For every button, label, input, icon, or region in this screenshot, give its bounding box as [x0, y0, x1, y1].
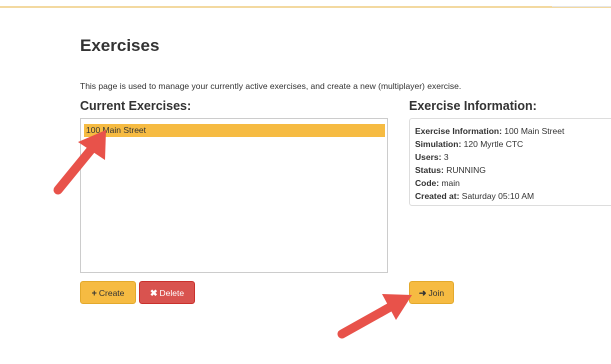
info-row-simulation: Simulation: 120 Myrtle CTC — [415, 138, 611, 151]
info-label: Code: — [415, 178, 440, 188]
info-row-exercise: Exercise Information: 100 Main Street — [415, 125, 611, 138]
delete-button-label: Delete — [159, 288, 185, 298]
info-label: Created at: — [415, 191, 460, 201]
info-row-code: Code: main — [415, 177, 611, 190]
top-divider — [0, 0, 611, 8]
create-button[interactable]: + Create — [80, 281, 136, 304]
page: Exercises This page is used to manage yo… — [0, 0, 611, 364]
info-value: 3 — [443, 152, 449, 162]
page-title: Exercises — [80, 36, 160, 55]
annotation-arrow-exercise — [53, 130, 106, 195]
x-icon: ✖ — [149, 288, 158, 298]
info-value: RUNNING — [446, 165, 486, 175]
exercise-information-panel: Exercise Information: 100 Main Street Si… — [409, 118, 611, 206]
current-exercises-heading: Current Exercises: — [80, 99, 192, 113]
info-value: 120 Myrtle CTC — [463, 139, 524, 149]
top-divider-end — [552, 0, 611, 7]
info-label: Status: — [415, 165, 444, 175]
info-row-status: Status: RUNNING — [415, 164, 611, 177]
info-value: Saturday 05:10 AM — [461, 191, 535, 201]
plus-icon: + — [91, 288, 97, 298]
info-label: Exercise Information: — [415, 126, 502, 136]
exercise-list-item[interactable]: 100 Main Street — [84, 124, 385, 137]
exercise-list[interactable]: 100 Main Street — [80, 118, 388, 273]
delete-button[interactable]: ✖ Delete — [139, 281, 195, 304]
info-label: Simulation: — [415, 139, 462, 149]
info-row-created-at: Created at: Saturday 05:10 AM — [415, 190, 611, 203]
page-intro: This page is used to manage your current… — [80, 81, 462, 91]
info-label: Users: — [415, 152, 442, 162]
create-button-label: Create — [98, 288, 125, 298]
annotation-arrow-join — [337, 294, 412, 339]
exercise-information-heading: Exercise Information: — [409, 99, 537, 113]
info-row-users: Users: 3 — [415, 151, 611, 164]
join-button-label: Join — [428, 288, 445, 298]
info-value: main — [441, 178, 460, 188]
info-value: 100 Main Street — [504, 126, 565, 136]
sign-in-icon: ➜ — [418, 288, 427, 298]
